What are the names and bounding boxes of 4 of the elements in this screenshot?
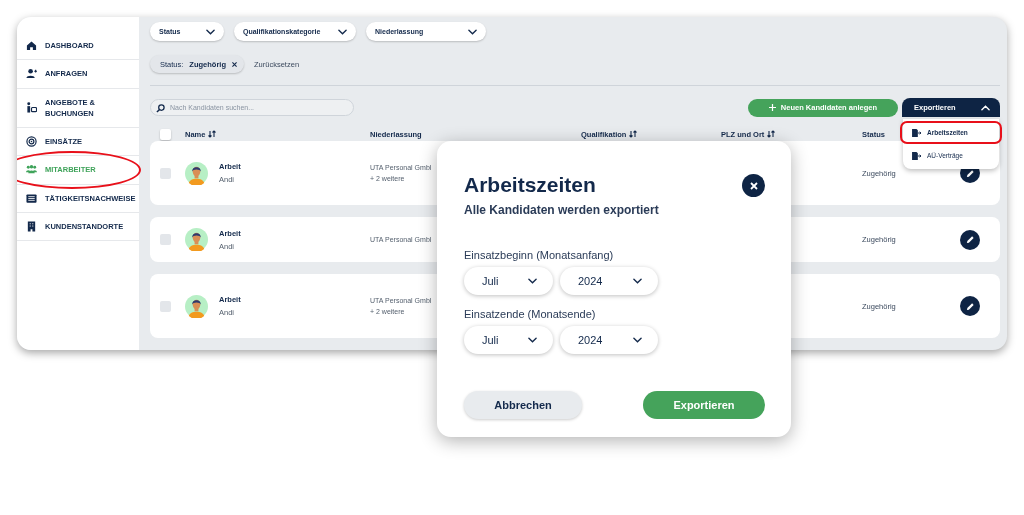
field-label: Einsatzende (Monatsende)	[464, 308, 597, 320]
field-label: Einsatzbeginn (Monatsanfang)	[464, 249, 615, 261]
dialog-title: Arbeitszeiten	[464, 173, 597, 197]
dialog-subtitle: Alle Kandidaten werden exportiert	[464, 203, 659, 217]
